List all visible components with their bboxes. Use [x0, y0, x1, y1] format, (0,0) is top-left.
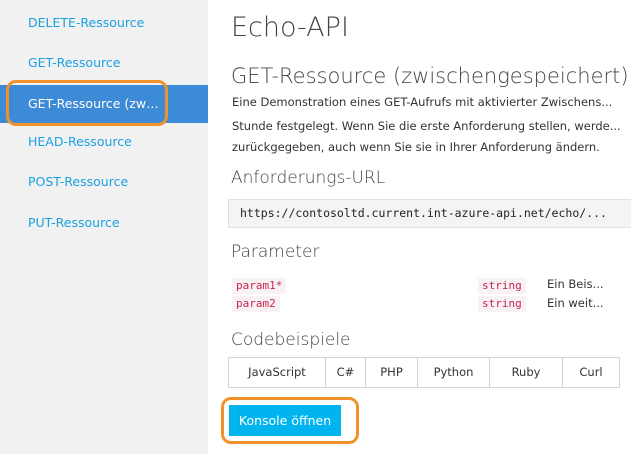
open-console-button[interactable]: Konsole öffnen	[229, 405, 341, 436]
param-name: param1*	[232, 278, 287, 294]
tab-ruby[interactable]: Ruby	[490, 358, 563, 387]
sidebar-item-put-resource[interactable]: PUT-Ressource	[0, 204, 208, 242]
param-type: string	[478, 278, 526, 294]
tab-python[interactable]: Python	[418, 358, 490, 387]
tab-csharp[interactable]: C#	[326, 358, 366, 387]
sidebar-item-get-resource-cached[interactable]: GET-Ressource (zwisc...	[0, 85, 208, 123]
code-sample-tabs: JavaScript C# PHP Python Ruby Curl	[228, 357, 620, 388]
request-url-field: https://contosoltd.current.int-azure-api…	[228, 199, 631, 228]
main-content: Echo-API GET-Ressource (zwischengespeich…	[208, 0, 631, 454]
sidebar-item-head-resource[interactable]: HEAD-Ressource	[0, 123, 208, 161]
param-description: Ein Beis...	[547, 277, 604, 291]
sidebar: DELETE-Ressource GET-Ressource GET-Resso…	[0, 0, 208, 454]
sidebar-item-delete-resource[interactable]: DELETE-Ressource	[0, 4, 208, 42]
sidebar-item-post-resource[interactable]: POST-Ressource	[0, 163, 208, 201]
tab-javascript[interactable]: JavaScript	[229, 358, 326, 387]
description-line: zurückgegeben, auch wenn Sie sie in Ihre…	[232, 140, 600, 154]
code-samples-heading: Codebeispiele	[231, 330, 351, 350]
parameters-heading: Parameter	[231, 242, 320, 262]
param-description: Ein weit...	[547, 296, 604, 310]
description-line: Eine Demonstration eines GET-Aufrufs mit…	[232, 95, 613, 109]
tab-curl[interactable]: Curl	[563, 358, 619, 387]
param-name: param2	[232, 296, 280, 312]
sidebar-item-get-resource[interactable]: GET-Ressource	[0, 44, 208, 82]
api-title: Echo-API	[231, 12, 349, 43]
tab-php[interactable]: PHP	[366, 358, 418, 387]
operation-title: GET-Ressource (zwischengespeichert)	[231, 64, 629, 88]
description-line: Stunde festgelegt. Wenn Sie die erste An…	[232, 119, 621, 133]
param-type: string	[478, 296, 526, 312]
request-url-heading: Anforderungs-URL	[231, 168, 386, 188]
